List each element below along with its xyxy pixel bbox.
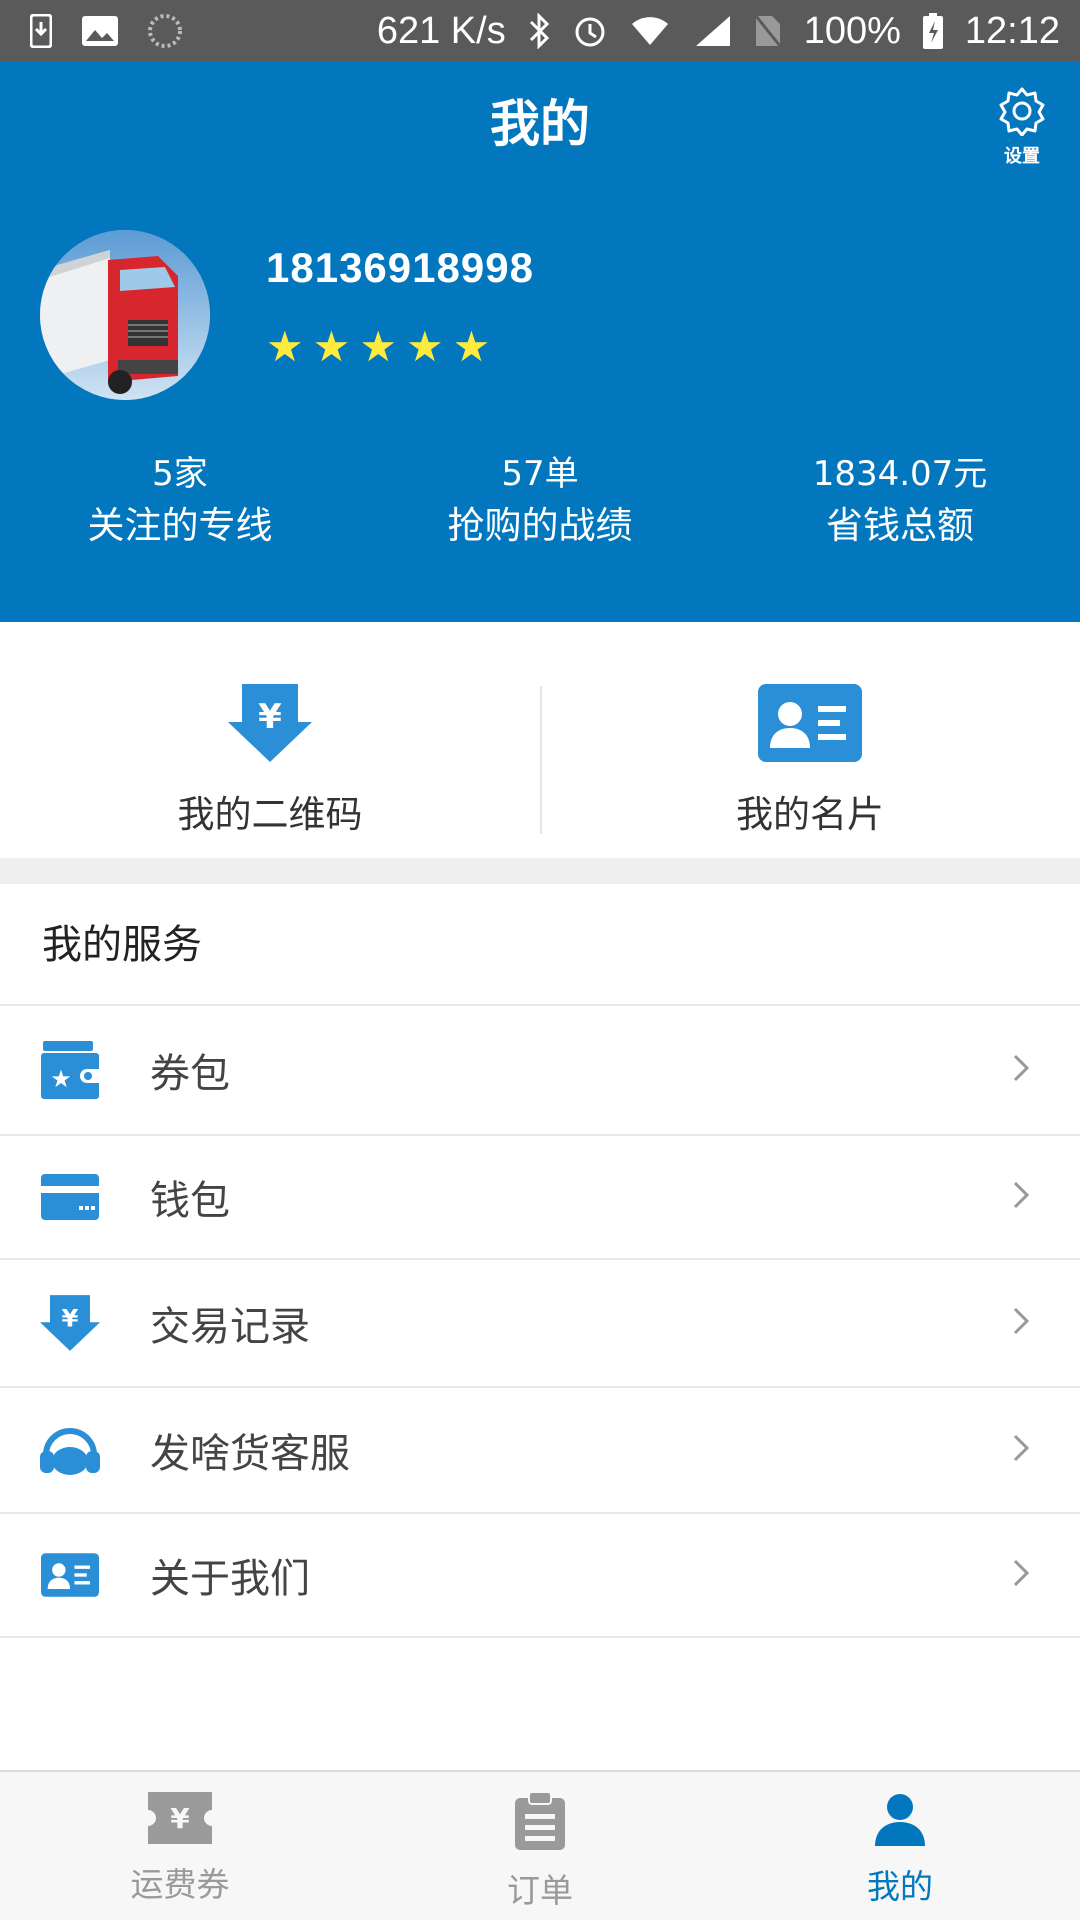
nav-item-orders[interactable]: 订单 [360, 1772, 720, 1920]
quick-label: 我的名片 [736, 793, 884, 836]
service-item-customer-service[interactable]: 发啥货客服 [0, 1388, 1080, 1514]
stat-value: 57单 [501, 454, 579, 494]
stat-value: 1834.07元 [812, 454, 988, 494]
loading-notification-icon [148, 14, 182, 48]
battery-percent: 100% [803, 9, 901, 52]
service-label: 关于我们 [150, 1556, 310, 1602]
stat-purchase-record[interactable]: 57单 抢购的战绩 [360, 448, 720, 552]
nav-label: 订单 [507, 1871, 573, 1910]
download-notification-icon [30, 14, 52, 48]
clock: 12:12 [964, 9, 1060, 52]
contact-card-icon [40, 1545, 100, 1605]
stat-label: 关注的专线 [87, 504, 273, 547]
gear-icon [997, 86, 1047, 140]
truck-avatar-image [40, 230, 210, 400]
svg-text:★: ★ [50, 1065, 72, 1093]
service-label: 交易记录 [150, 1304, 310, 1350]
star-icon: ★ [452, 322, 491, 371]
service-item-transactions[interactable]: ¥ 交易记录 [0, 1260, 1080, 1388]
service-item-about-us[interactable]: 关于我们 [0, 1514, 1080, 1638]
profile-header: 我的 设置 18136918998 ★ ★ ★ ★ ★ 5家 关注的专线 57单… [0, 62, 1080, 622]
avatar[interactable] [40, 230, 210, 400]
quick-label: 我的二维码 [177, 793, 363, 836]
wifi-icon [630, 15, 670, 47]
nav-label: 我的 [867, 1867, 933, 1906]
card-wallet-icon [40, 1167, 100, 1227]
stat-label: 抢购的战绩 [447, 504, 633, 547]
quick-actions: ¥ 我的二维码 我的名片 [0, 622, 1080, 858]
person-icon [873, 1792, 927, 1850]
user-phone: 18136918998 [266, 244, 534, 291]
contact-card-icon [758, 684, 862, 766]
stat-value: 5家 [152, 454, 208, 494]
stats-row: 5家 关注的专线 57单 抢购的战绩 1834.07元 省钱总额 [0, 448, 1080, 552]
chevron-right-icon [1012, 1300, 1030, 1346]
page-title: 我的 [490, 95, 590, 153]
nav-item-mine[interactable]: 我的 [720, 1772, 1080, 1920]
section-divider [0, 858, 1080, 884]
star-icon: ★ [405, 322, 444, 371]
stat-total-saved[interactable]: 1834.07元 省钱总额 [720, 448, 1080, 552]
stat-label: 省钱总额 [826, 504, 974, 547]
image-notification-icon [82, 16, 118, 46]
alarm-icon [572, 13, 608, 49]
chevron-right-icon [1012, 1047, 1030, 1093]
yen-download-icon: ¥ [228, 684, 312, 766]
my-qrcode-button[interactable]: ¥ 我的二维码 [0, 622, 540, 858]
star-icon: ★ [359, 322, 397, 371]
settings-label: 设置 [1004, 146, 1040, 167]
no-sim-icon [754, 14, 782, 48]
chevron-right-icon [1012, 1552, 1030, 1598]
nav-label: 运费券 [130, 1865, 230, 1904]
bluetooth-icon [528, 13, 550, 49]
battery-charging-icon [922, 13, 943, 49]
settings-button[interactable]: 设置 [986, 86, 1058, 167]
service-label: 券包 [150, 1051, 230, 1097]
service-item-coupons[interactable]: ★ 券包 [0, 1006, 1080, 1136]
coupon-wallet-icon: ★ [40, 1040, 100, 1100]
service-item-wallet[interactable]: 钱包 [0, 1136, 1080, 1260]
yen-download-icon: ¥ [40, 1293, 100, 1353]
svg-text:¥: ¥ [170, 1802, 190, 1835]
nav-item-freight-coupons[interactable]: ¥ 运费券 [0, 1772, 360, 1920]
cell-signal-icon [692, 14, 732, 48]
my-card-button[interactable]: 我的名片 [540, 622, 1080, 858]
status-bar: 621 K/s 100% 12:12 [0, 0, 1080, 62]
service-label: 钱包 [150, 1178, 230, 1224]
rating-stars: ★ ★ ★ ★ ★ [266, 326, 490, 368]
net-speed: 621 K/s [376, 9, 506, 52]
svg-text:¥: ¥ [258, 697, 282, 737]
chevron-right-icon [1012, 1174, 1030, 1220]
clipboard-icon [515, 1791, 565, 1854]
section-title: 我的服务 [0, 884, 1080, 1006]
my-services: 我的服务 ★ 券包 钱包 ¥ 交易记录 发啥货客服 关于我们 [0, 884, 1080, 1638]
star-icon: ★ [266, 322, 304, 371]
yen-ticket-icon: ¥ [148, 1792, 212, 1848]
headset-icon [40, 1420, 100, 1480]
bottom-nav: ¥ 运费券 订单 我的 [0, 1770, 1080, 1920]
star-icon: ★ [312, 322, 351, 371]
stat-followed-lines[interactable]: 5家 关注的专线 [0, 448, 360, 552]
service-label: 发啥货客服 [150, 1431, 350, 1477]
svg-text:¥: ¥ [62, 1304, 79, 1333]
chevron-right-icon [1012, 1427, 1030, 1473]
